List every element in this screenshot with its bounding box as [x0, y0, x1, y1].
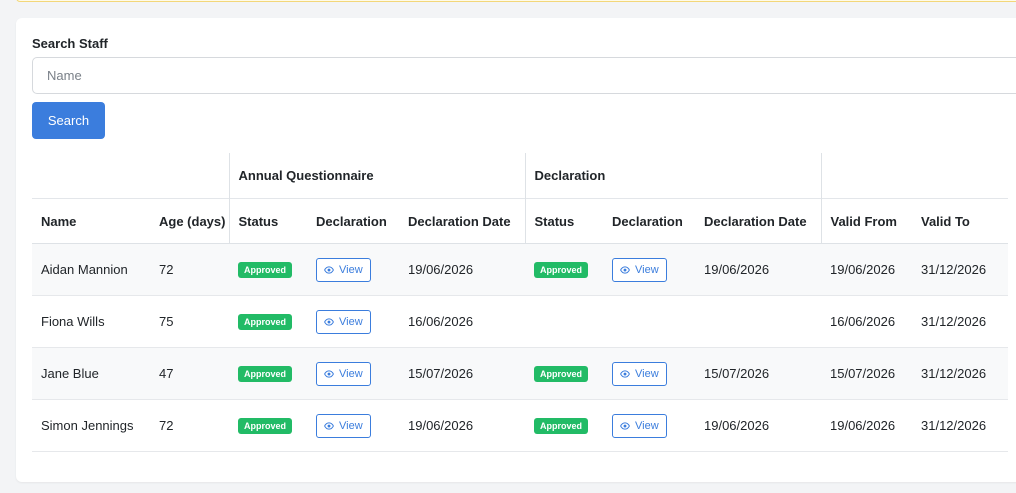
aq-declaration-date-cell: 16/06/2026: [399, 295, 525, 348]
d-status-badge: Approved: [534, 366, 589, 382]
column-header-valid-from[interactable]: Valid From: [820, 198, 912, 244]
age-days-cell: 47: [150, 347, 229, 400]
d-declaration-cell: View: [603, 347, 695, 400]
staff-search-card: Search Staff Search Annual Questionnaire…: [16, 18, 1016, 482]
aq-view-button[interactable]: View: [316, 361, 371, 386]
valid-from-cell: 15/07/2026: [821, 347, 912, 400]
aq-status-cell: Approved: [229, 399, 307, 452]
eye-icon: [324, 421, 334, 430]
eye-icon: [324, 317, 334, 326]
name-search-input[interactable]: [32, 57, 1016, 94]
aq-declaration-date-cell: 19/06/2026: [399, 243, 525, 296]
aq-view-label: View: [339, 315, 363, 328]
d-declaration-cell: View: [603, 399, 695, 452]
d-view-label: View: [635, 367, 659, 380]
aq-declaration-cell: View: [307, 243, 399, 296]
aq-status-badge: Approved: [238, 366, 293, 382]
aq-view-button[interactable]: View: [316, 413, 371, 438]
d-declaration-cell: [603, 295, 695, 348]
d-declaration-cell: View: [603, 243, 695, 296]
aq-declaration-date-cell: 15/07/2026: [399, 347, 525, 400]
valid-to-cell: 31/12/2026: [912, 243, 1008, 296]
table-column-header-row: Name Age (days) Status Declaration Decla…: [32, 198, 1008, 244]
d-view-button[interactable]: View: [612, 361, 667, 386]
column-header-name[interactable]: Name: [32, 198, 150, 244]
column-header-aq-status[interactable]: Status: [228, 198, 307, 244]
age-days-cell: 72: [150, 243, 229, 296]
d-declaration-date-cell: 19/06/2026: [695, 243, 821, 296]
d-declaration-date-cell: 19/06/2026: [695, 399, 821, 452]
aq-declaration-cell: View: [307, 399, 399, 452]
staff-table: Annual Questionnaire Declaration Name Ag…: [32, 153, 1008, 452]
d-view-button[interactable]: View: [612, 257, 667, 282]
d-status-cell: [525, 295, 603, 348]
column-header-d-status[interactable]: Status: [524, 198, 603, 244]
valid-to-cell: 31/12/2026: [912, 295, 1008, 348]
d-status-badge: Approved: [534, 418, 589, 434]
group-header-validity: [820, 153, 1008, 199]
aq-declaration-cell: View: [307, 295, 399, 348]
aq-view-label: View: [339, 367, 363, 380]
eye-icon: [324, 265, 334, 274]
eye-icon: [620, 265, 630, 274]
column-header-valid-to[interactable]: Valid To: [912, 198, 1008, 244]
column-header-aq-declaration[interactable]: Declaration: [307, 198, 399, 244]
table-group-header-row: Annual Questionnaire Declaration: [32, 153, 1008, 199]
staff-name-cell: Simon Jennings: [32, 399, 150, 452]
aq-status-cell: Approved: [229, 295, 307, 348]
warning-alert-edge: [16, 0, 1016, 2]
aq-status-cell: Approved: [229, 243, 307, 296]
column-header-aq-declaration-date[interactable]: Declaration Date: [399, 198, 525, 244]
table-row: Aidan Mannion 72 Approved View 19/06/202…: [32, 243, 1008, 296]
aq-view-label: View: [339, 263, 363, 276]
group-header-annual-questionnaire: Annual Questionnaire: [228, 153, 525, 199]
age-days-cell: 72: [150, 399, 229, 452]
aq-status-badge: Approved: [238, 262, 293, 278]
eye-icon: [620, 421, 630, 430]
d-status-badge: Approved: [534, 262, 589, 278]
aq-declaration-cell: View: [307, 347, 399, 400]
valid-from-cell: 19/06/2026: [821, 243, 912, 296]
staff-name-cell: Aidan Mannion: [32, 243, 150, 296]
aq-view-button[interactable]: View: [316, 257, 371, 282]
d-declaration-date-cell: 15/07/2026: [695, 347, 821, 400]
staff-name-cell: Jane Blue: [32, 347, 150, 400]
column-header-d-declaration[interactable]: Declaration: [603, 198, 695, 244]
age-days-cell: 75: [150, 295, 229, 348]
aq-view-button[interactable]: View: [316, 309, 371, 334]
group-header-declaration: Declaration: [524, 153, 821, 199]
valid-to-cell: 31/12/2026: [912, 399, 1008, 452]
column-header-d-declaration-date[interactable]: Declaration Date: [695, 198, 821, 244]
valid-to-cell: 31/12/2026: [912, 347, 1008, 400]
aq-status-badge: Approved: [238, 314, 293, 330]
d-view-label: View: [635, 419, 659, 432]
search-button[interactable]: Search: [32, 102, 105, 139]
search-staff-label: Search Staff: [32, 36, 108, 51]
d-status-cell: Approved: [525, 347, 603, 400]
eye-icon: [620, 369, 630, 378]
aq-status-cell: Approved: [229, 347, 307, 400]
d-view-button[interactable]: View: [612, 413, 667, 438]
table-row: Fiona Wills 75 Approved View 16/06/2026 …: [32, 295, 1008, 348]
aq-declaration-date-cell: 19/06/2026: [399, 399, 525, 452]
d-status-cell: Approved: [525, 243, 603, 296]
aq-view-label: View: [339, 419, 363, 432]
d-status-cell: Approved: [525, 399, 603, 452]
group-header-blank: [32, 153, 229, 199]
valid-from-cell: 19/06/2026: [821, 399, 912, 452]
eye-icon: [324, 369, 334, 378]
column-header-age[interactable]: Age (days): [150, 198, 229, 244]
d-declaration-date-cell: [695, 295, 821, 348]
aq-status-badge: Approved: [238, 418, 293, 434]
valid-from-cell: 16/06/2026: [821, 295, 912, 348]
d-view-label: View: [635, 263, 659, 276]
table-row: Jane Blue 47 Approved View 15/07/2026 Ap…: [32, 347, 1008, 400]
table-row: Simon Jennings 72 Approved View 19/06/20…: [32, 399, 1008, 452]
staff-name-cell: Fiona Wills: [32, 295, 150, 348]
